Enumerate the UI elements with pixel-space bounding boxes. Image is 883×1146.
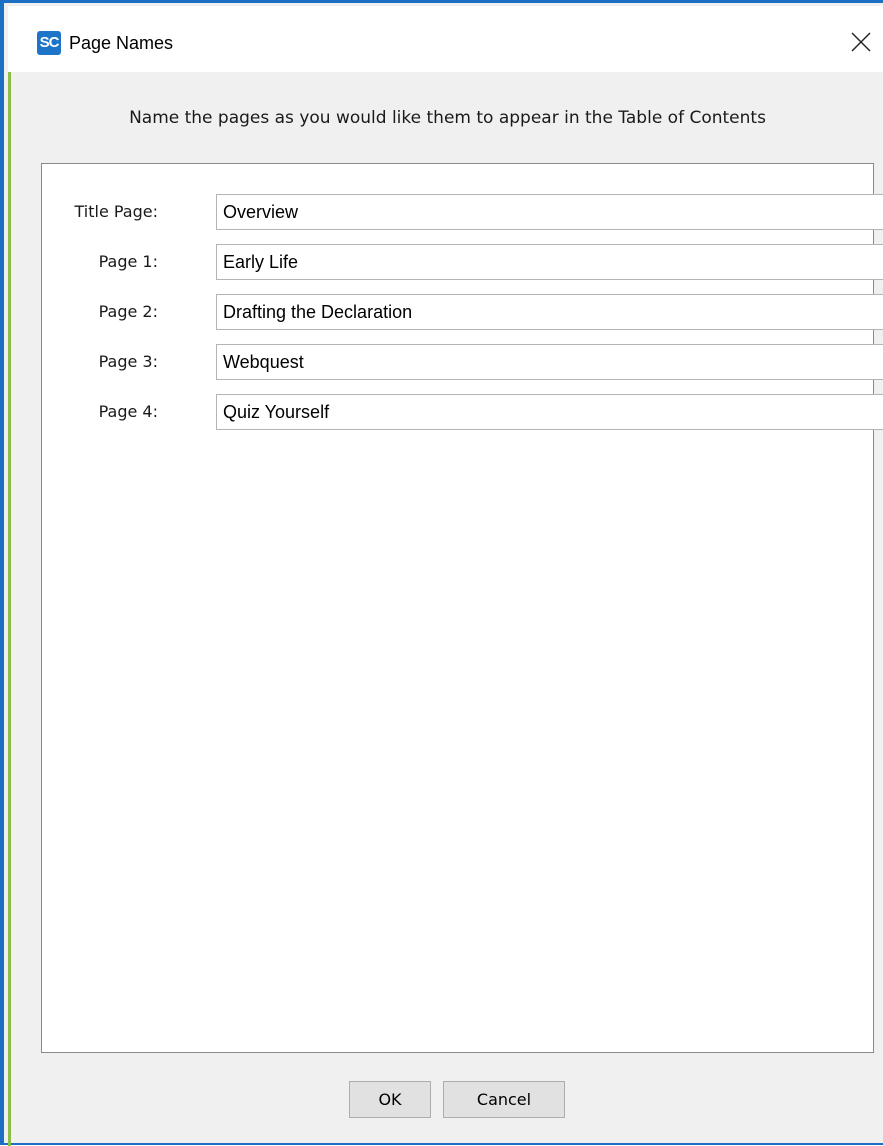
instruction-text: Name the pages as you would like them to… <box>129 108 766 128</box>
close-button[interactable] <box>840 23 882 61</box>
window-edge <box>8 6 11 1146</box>
page-1-input[interactable] <box>216 244 883 280</box>
title-page-label: Title Page: <box>74 202 159 221</box>
page-2-label: Page 2: <box>98 302 158 321</box>
page-3-label: Page 3: <box>98 352 158 371</box>
page-names-panel: Title Page: Page 1: Page 2: Page 3: Page… <box>41 163 883 1053</box>
sc-app-icon: SC <box>37 31 61 55</box>
cancel-button[interactable]: Cancel <box>443 1081 565 1118</box>
page-4-input[interactable] <box>216 394 883 430</box>
page-4-label: Page 4: <box>98 402 158 421</box>
page-names-dialog: SC Page Names Name the pages as you woul… <box>0 0 883 1146</box>
close-icon <box>851 32 871 52</box>
window-title: Page Names <box>69 33 174 53</box>
page-1-label: Page 1: <box>98 252 158 271</box>
page-3-input[interactable] <box>216 344 883 380</box>
page-2-input[interactable] <box>216 294 883 330</box>
ok-button[interactable]: OK <box>349 1081 431 1118</box>
title-page-input[interactable] <box>216 194 883 230</box>
